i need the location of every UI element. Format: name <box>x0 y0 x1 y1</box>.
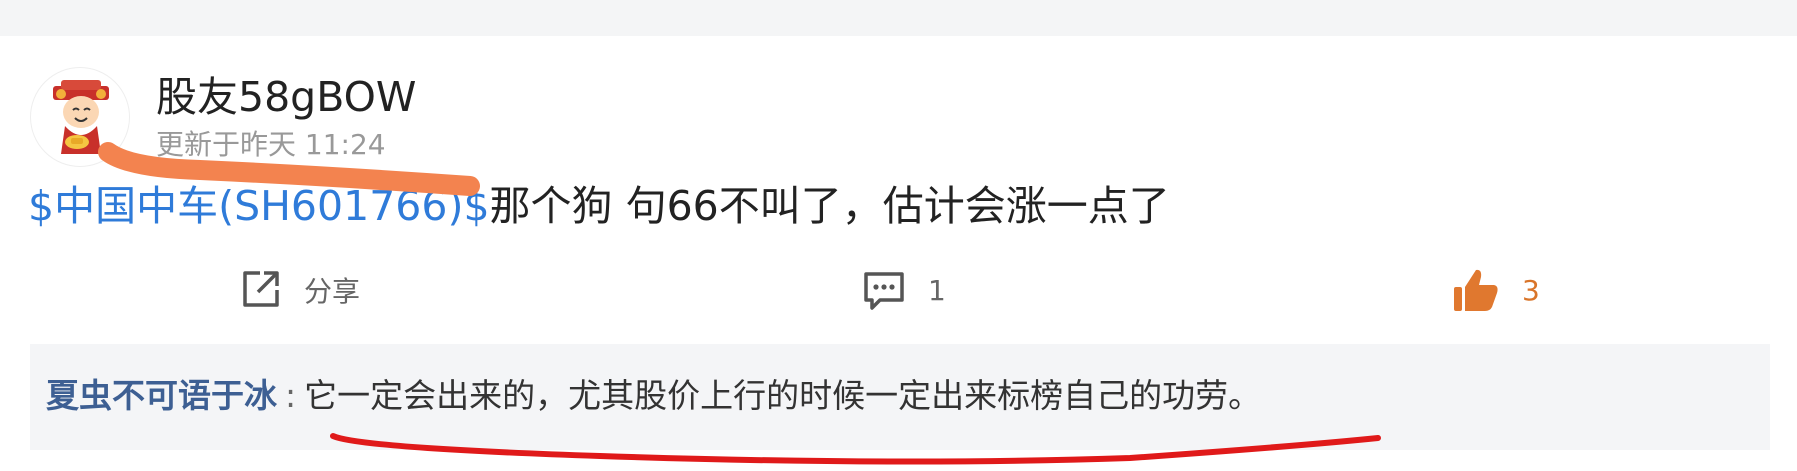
post-text: 那个狗 句66不叫了，估计会涨一点了 <box>489 182 1170 230</box>
like-button[interactable]: 3 <box>1452 268 1540 312</box>
comment-preview[interactable]: 夏虫不可语于冰: 它一定会出来的，尤其股价上行的时候一定出来标榜自己的功劳。 <box>30 344 1770 450</box>
share-label: 分享 <box>304 275 361 308</box>
stock-tag-link[interactable]: $中国中车(SH601766)$ <box>28 182 490 230</box>
post-timestamp: 更新于昨天 11:24 <box>156 128 386 161</box>
comment-separator: : <box>285 376 297 415</box>
stock-post-page: 股友58gBOW 更新于昨天 11:24 $中国中车(SH601766)$那个狗… <box>0 0 1797 471</box>
comment-count: 1 <box>928 273 946 307</box>
share-button[interactable]: 分享 <box>238 268 360 312</box>
share-icon <box>243 271 279 307</box>
top-separator <box>0 0 1797 36</box>
avatar-cartoon-icon <box>53 80 109 154</box>
thumbs-up-icon <box>1454 269 1498 311</box>
comment-icon <box>864 272 904 310</box>
commenter-name[interactable]: 夏虫不可语于冰 <box>46 376 277 415</box>
post-content: $中国中车(SH601766)$那个狗 句66不叫了，估计会涨一点了 <box>28 180 1768 232</box>
comment-text: 它一定会出来的，尤其股价上行的时候一定出来标榜自己的功劳。 <box>304 376 1262 415</box>
user-avatar[interactable] <box>30 67 130 167</box>
comment-line: 夏虫不可语于冰: 它一定会出来的，尤其股价上行的时候一定出来标榜自己的功劳。 <box>46 374 1261 418</box>
author-name[interactable]: 股友58gBOW <box>156 72 416 122</box>
like-count: 3 <box>1522 273 1540 307</box>
comment-button[interactable]: 1 <box>862 268 946 312</box>
